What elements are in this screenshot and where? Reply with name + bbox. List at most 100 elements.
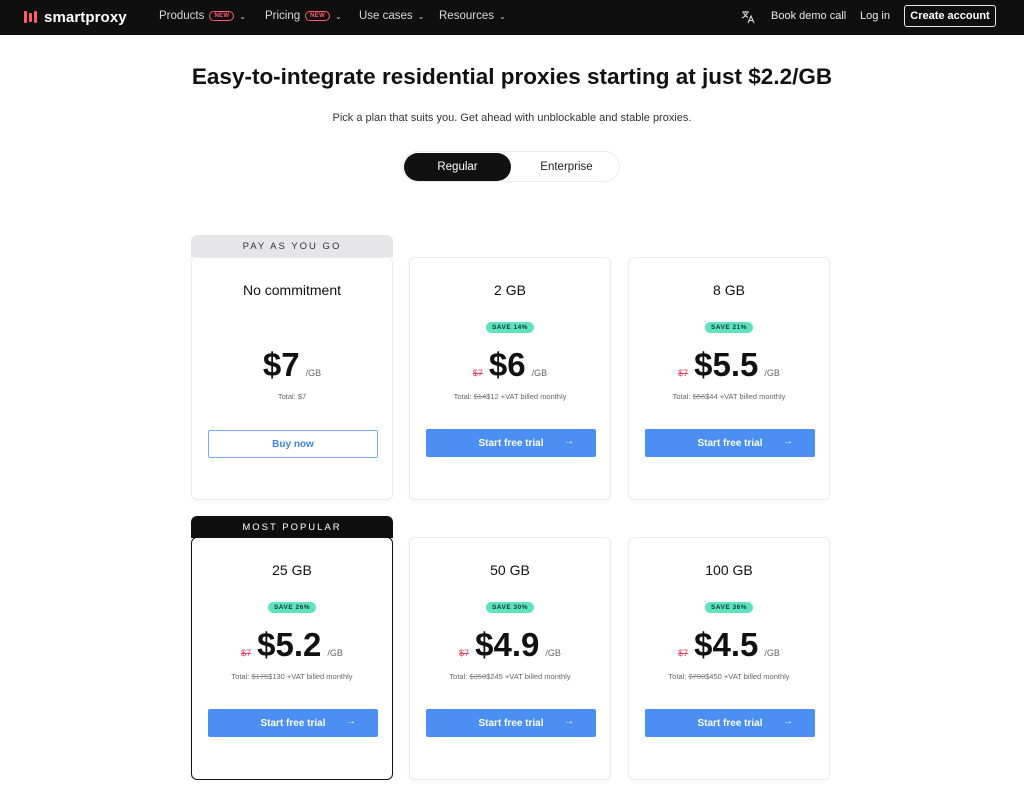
start-free-trial-button[interactable]: Start free trial → — [645, 709, 815, 737]
nav-pricing[interactable]: Pricing NEW ⌄ — [265, 10, 342, 22]
price-row: $7 $6 /GB — [410, 346, 610, 384]
price-row: $7 $5.2 /GB — [192, 626, 392, 664]
plan-total: Total: $56$44 +VAT billed monthly — [629, 392, 829, 401]
plan-total: Total: $175$130 +VAT billed monthly — [192, 672, 392, 681]
plan-title: 25 GB — [272, 562, 312, 578]
cta-label: Start free trial — [478, 717, 544, 729]
total-new: $44 — [705, 392, 718, 401]
plan-price: $4.5 — [694, 626, 759, 663]
price-unit: /GB — [531, 368, 548, 378]
start-free-trial-button[interactable]: Start free trial → — [426, 709, 596, 737]
arrow-right-icon: → — [783, 436, 793, 447]
start-free-trial-button[interactable]: Start free trial → — [208, 709, 378, 737]
save-badge: SAVE 30% — [485, 602, 535, 613]
tab-regular[interactable]: Regular — [404, 153, 511, 181]
total-old: $14 — [473, 392, 487, 401]
plan-price: $5.2 — [257, 626, 322, 663]
total-old: $350 — [469, 672, 487, 681]
plan-title: 8 GB — [713, 282, 745, 298]
page-title: Easy-to-integrate residential proxies st… — [191, 64, 833, 89]
plan-total: Total: $700$450 +VAT billed monthly — [629, 672, 829, 681]
old-price: $7 — [459, 648, 470, 658]
nav-pricing-label: Pricing — [265, 10, 301, 22]
price-unit: /GB — [764, 368, 780, 378]
save-badge: SAVE 14% — [485, 322, 535, 333]
plan-total: Total: $7 — [277, 392, 307, 401]
plan-price: $6 — [488, 346, 526, 383]
price-unit: /GB — [327, 648, 343, 658]
cta-label: Start free trial — [478, 437, 544, 449]
buy-now-button[interactable]: Buy now — [208, 430, 378, 458]
total-old: $56 — [692, 392, 706, 401]
create-account-button[interactable]: Create account — [904, 5, 996, 27]
start-free-trial-button[interactable]: Start free trial → — [426, 429, 596, 457]
total-prefix: Total: — [231, 672, 252, 681]
arrow-right-icon: → — [783, 716, 793, 727]
plan-type-toggle: Regular Enterprise — [402, 151, 620, 182]
nav-products-label: Products — [159, 10, 205, 22]
login-link[interactable]: Log in — [860, 10, 890, 22]
save-badge: SAVE 36% — [704, 602, 754, 613]
pay-as-you-go-ribbon: PAY AS YOU GO — [191, 235, 393, 257]
price-row: $7 /GB — [192, 346, 392, 384]
start-free-trial-button[interactable]: Start free trial → — [645, 429, 815, 457]
plan-price: $7 — [262, 346, 300, 383]
plan-card-2gb: 2 GB SAVE 14% $7 $6 /GB Total: $14$12 +V… — [409, 257, 611, 500]
plan-card-8gb: 8 GB SAVE 21% $7 $5.5 /GB Total: $56$44 … — [628, 257, 830, 500]
total-prefix: Total: — [672, 392, 693, 401]
price-unit: /GB — [305, 368, 322, 378]
new-badge: NEW — [209, 11, 235, 21]
tab-enterprise[interactable]: Enterprise — [513, 153, 620, 181]
cta-label: Start free trial — [260, 717, 326, 729]
plan-price: $4.9 — [475, 626, 540, 663]
cta-label: Start free trial — [697, 717, 763, 729]
plan-card-100gb: 100 GB SAVE 36% $7 $4.5 /GB Total: $700$… — [628, 537, 830, 780]
total-suffix: +VAT billed monthly — [721, 672, 790, 681]
save-badge: SAVE 21% — [704, 322, 754, 333]
old-price: $7 — [472, 368, 483, 378]
total-suffix: +VAT billed monthly — [284, 672, 353, 681]
total-prefix: Total: — [453, 392, 474, 401]
logo-mark-icon — [24, 7, 37, 27]
price-row: $7 $4.5 /GB — [629, 626, 829, 664]
logo[interactable]: smartproxy — [24, 7, 127, 27]
save-badge: SAVE 26% — [267, 602, 317, 613]
chevron-down-icon: ⌄ — [498, 11, 506, 21]
total-suffix: +VAT billed monthly — [502, 672, 571, 681]
plan-card-25gb: 25 GB SAVE 26% $7 $5.2 /GB Total: $175$1… — [191, 537, 393, 780]
nav-use-cases[interactable]: Use cases ⌄ — [359, 10, 424, 22]
top-nav: smartproxy Products NEW ⌄ Pricing NEW ⌄ … — [0, 0, 1024, 35]
price-row: $7 $5.5 /GB — [629, 346, 829, 384]
total-old: $175 — [251, 672, 269, 681]
chevron-down-icon: ⌄ — [335, 11, 342, 21]
arrow-right-icon: → — [346, 716, 356, 727]
total-new: $130 — [268, 672, 285, 681]
arrow-right-icon: → — [564, 716, 574, 727]
nav-use-cases-label: Use cases — [359, 10, 413, 22]
page-subtitle: Pick a plan that suits you. Get ahead wi… — [332, 112, 692, 124]
old-price: $7 — [241, 648, 252, 658]
plan-price: $5.5 — [694, 346, 759, 383]
old-price: $7 — [678, 368, 689, 378]
nav-products[interactable]: Products NEW ⌄ — [159, 10, 246, 22]
brand-name: smartproxy — [44, 8, 127, 26]
plan-title: 100 GB — [705, 562, 753, 578]
plan-total: Total: $350$245 +VAT billed monthly — [410, 672, 610, 681]
total-new: $245 — [486, 672, 503, 681]
price-unit: /GB — [545, 648, 561, 658]
total-suffix: +VAT billed monthly — [498, 392, 567, 401]
nav-resources[interactable]: Resources ⌄ — [439, 10, 506, 22]
plan-title: No commitment — [242, 282, 342, 298]
plan-title: 50 GB — [490, 562, 530, 578]
translate-icon[interactable] — [740, 9, 756, 25]
total-prefix: Total: — [449, 672, 470, 681]
plan-card-pay-as-you-go: No commitment $7 /GB Total: $7 Buy now — [191, 257, 393, 500]
book-demo-link[interactable]: Book demo call — [771, 10, 846, 22]
arrow-right-icon: → — [564, 436, 574, 447]
price-unit: /GB — [764, 648, 780, 658]
chevron-down-icon: ⌄ — [417, 11, 425, 21]
total-new: $12 — [486, 392, 499, 401]
old-price: $7 — [678, 648, 689, 658]
new-badge: NEW — [305, 11, 331, 21]
total-new: $450 — [705, 672, 722, 681]
